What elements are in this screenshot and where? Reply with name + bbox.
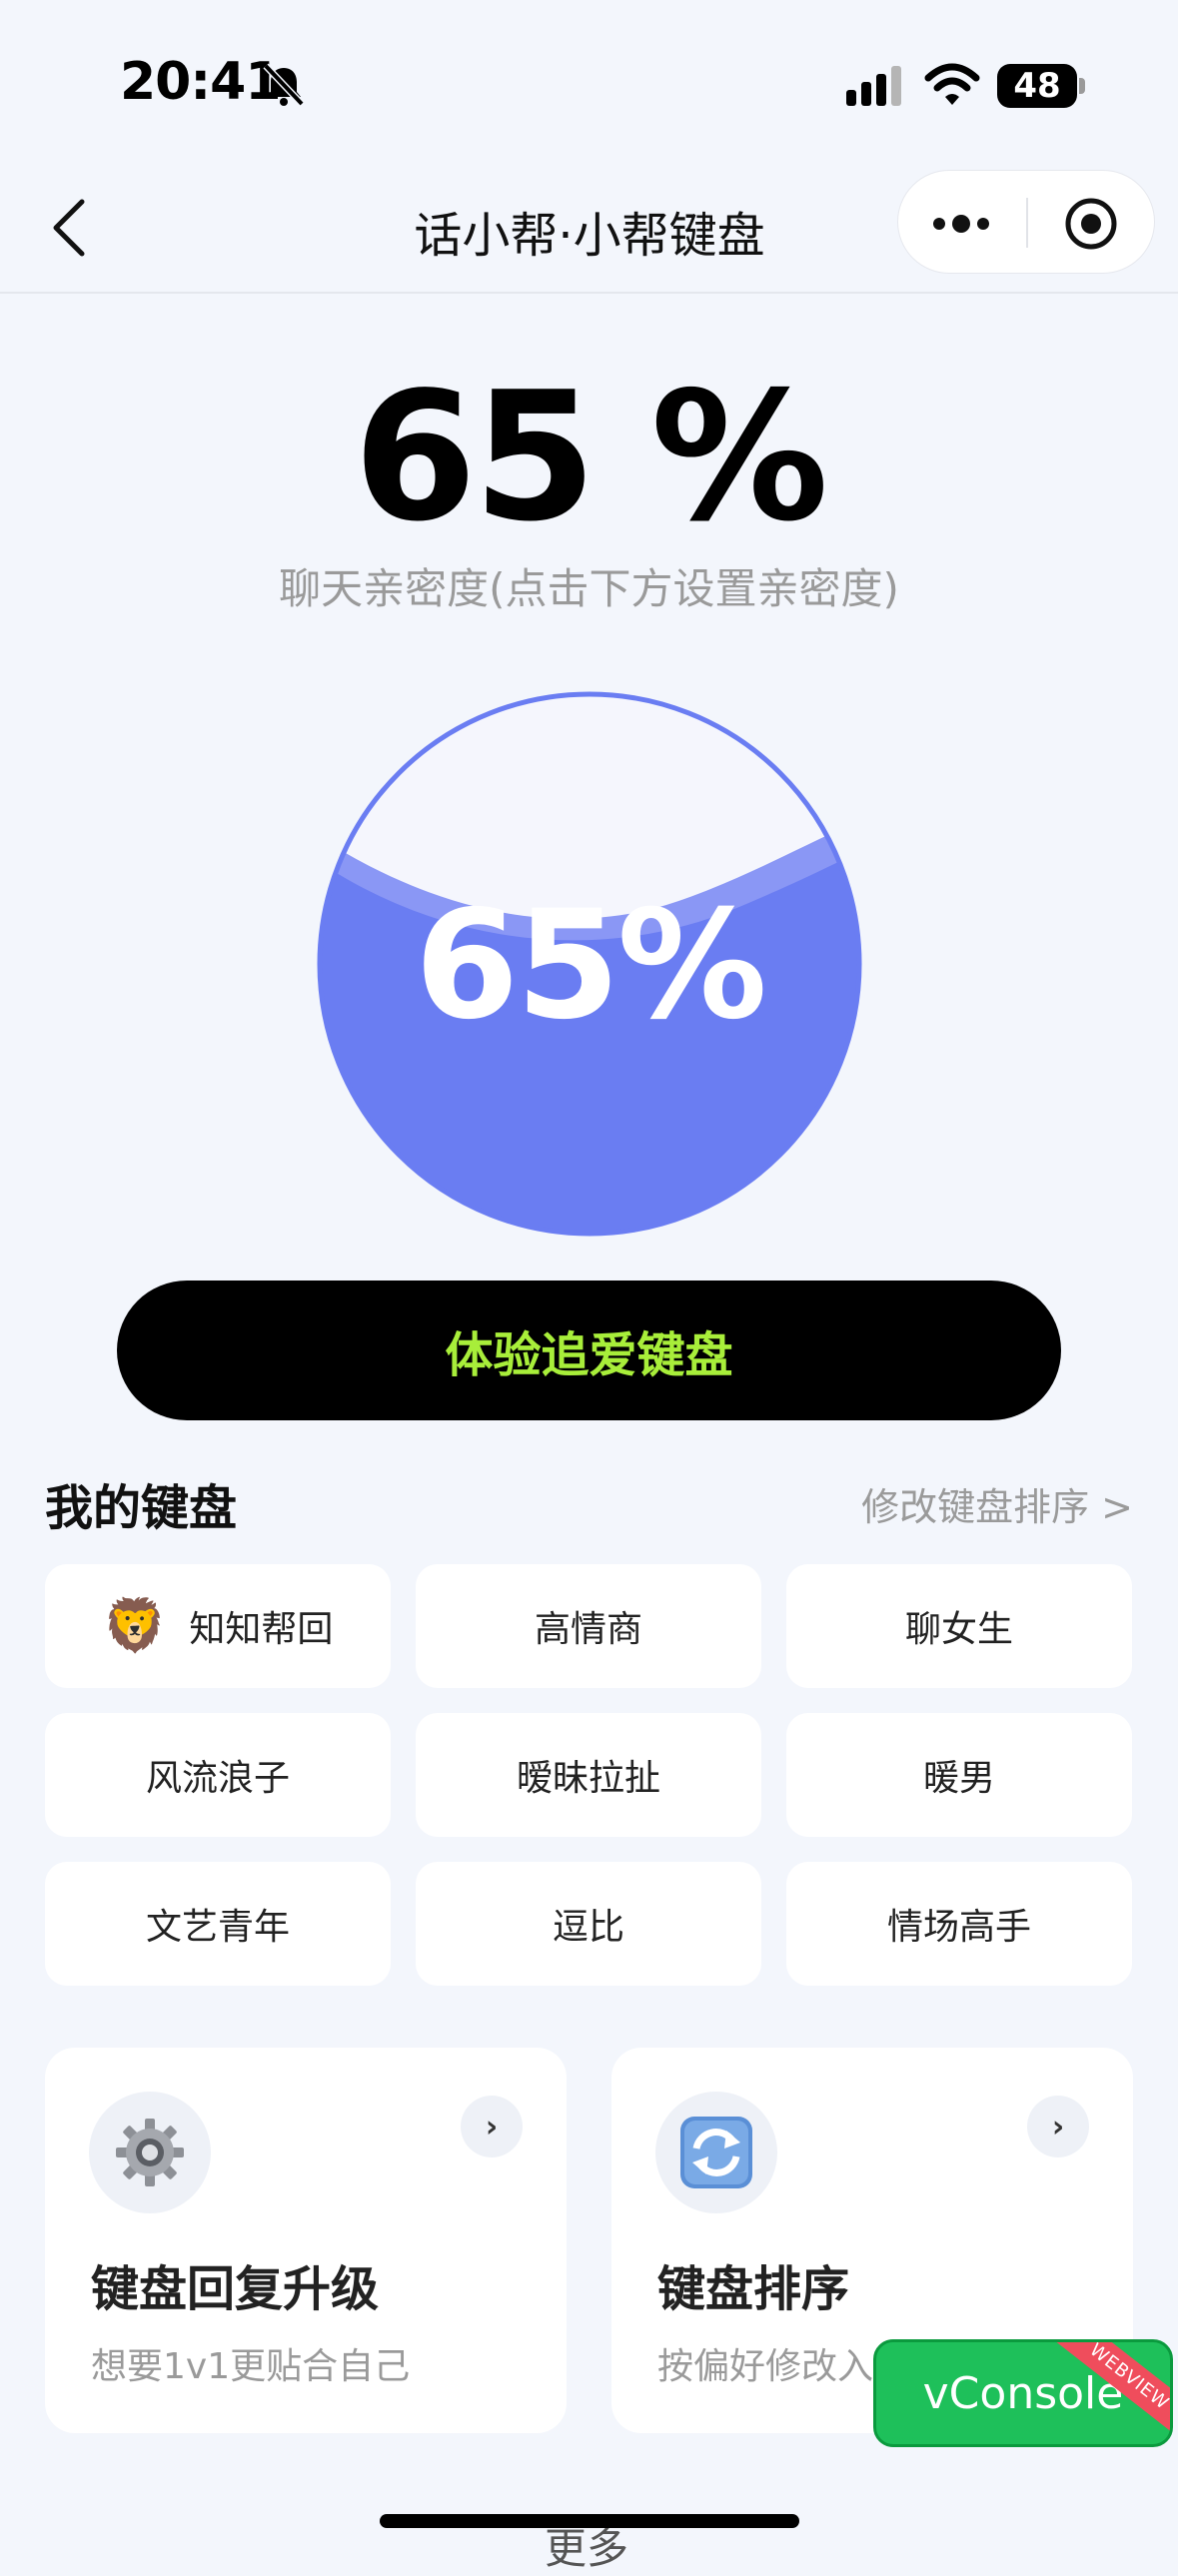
capsule-divider	[1026, 198, 1028, 248]
refresh-icon	[655, 2092, 777, 2213]
keyboard-chip-label: 聊女生	[904, 1609, 1013, 1650]
card-title: 键盘回复升级	[91, 2261, 380, 2317]
keyboard-chip-label: 文艺青年	[145, 1907, 290, 1948]
keyboard-chip-label: 暧昧拉扯	[516, 1758, 660, 1799]
keyboard-chip[interactable]: 逗比	[416, 1862, 761, 1986]
battery-level: 48	[997, 64, 1077, 108]
keyboard-chip-label: 知知帮回	[189, 1609, 334, 1650]
keyboard-upgrade-card[interactable]: › 键盘回复升级 想要1v1更贴合自己	[45, 2048, 567, 2433]
keyboard-grid: 🦁 知知帮回 高情商 聊女生 风流浪子 暧昧拉扯 暖男 文艺青年 逗比 情场高手	[45, 1564, 1133, 1986]
vconsole-button[interactable]: vConsole WEBVIEW	[873, 2339, 1173, 2447]
keyboard-chip[interactable]: 暖男	[786, 1713, 1132, 1837]
battery-tip	[1079, 78, 1085, 94]
card-title: 键盘排序	[657, 2261, 850, 2317]
keyboard-chip[interactable]: 风流浪子	[45, 1713, 391, 1837]
close-miniapp-icon[interactable]	[1063, 196, 1119, 252]
keyboard-chip[interactable]: 高情商	[416, 1564, 761, 1688]
card-subtitle: 按偏好修改入	[657, 2346, 874, 2387]
keyboard-chip[interactable]: 🦁 知知帮回	[45, 1564, 391, 1688]
intimacy-subtitle: 聊天亲密度(点击下方设置亲密度)	[279, 564, 899, 613]
gear-icon	[89, 2092, 211, 2213]
lion-icon: 🦁	[102, 1596, 168, 1656]
more-dots-icon[interactable]	[929, 206, 993, 242]
keyboard-chip[interactable]: 聊女生	[786, 1564, 1132, 1688]
page-title: 话小帮·小帮键盘	[414, 208, 765, 264]
home-indicator[interactable]	[380, 2514, 799, 2528]
vconsole-label: vConsole	[922, 2367, 1124, 2419]
back-chevron-icon[interactable]	[50, 198, 90, 258]
card-subtitle: 想要1v1更贴合自己	[91, 2346, 411, 2387]
intimacy-percent: 65 %	[353, 354, 828, 560]
keyboard-chip-label: 暖男	[922, 1758, 995, 1799]
wifi-icon	[924, 63, 980, 105]
status-time: 20:41	[120, 52, 282, 112]
keyboard-chip-label: 逗比	[552, 1907, 624, 1948]
gauge-percent-label: 65%	[414, 879, 767, 1053]
keyboard-chip-label: 风流浪子	[145, 1758, 290, 1799]
bell-muted-icon	[263, 63, 305, 107]
keyboard-chip-label: 高情商	[534, 1609, 642, 1650]
chevron-right-icon: ›	[1027, 2096, 1089, 2157]
keyboard-chip[interactable]: 情场高手	[786, 1862, 1132, 1986]
try-keyboard-button[interactable]: 体验追爱键盘	[117, 1281, 1061, 1420]
chevron-right-icon: ›	[461, 2096, 523, 2157]
keyboard-chip-label: 情场高手	[886, 1907, 1031, 1948]
cellular-signal-icon	[846, 66, 901, 106]
reorder-keyboards-link[interactable]: 修改键盘排序 >	[779, 1476, 1133, 1531]
keyboard-chip[interactable]: 文艺青年	[45, 1862, 391, 1986]
my-keyboards-title: 我的键盘	[45, 1480, 238, 1536]
nav-divider	[0, 292, 1178, 294]
keyboard-chip[interactable]: 暧昧拉扯	[416, 1713, 761, 1837]
